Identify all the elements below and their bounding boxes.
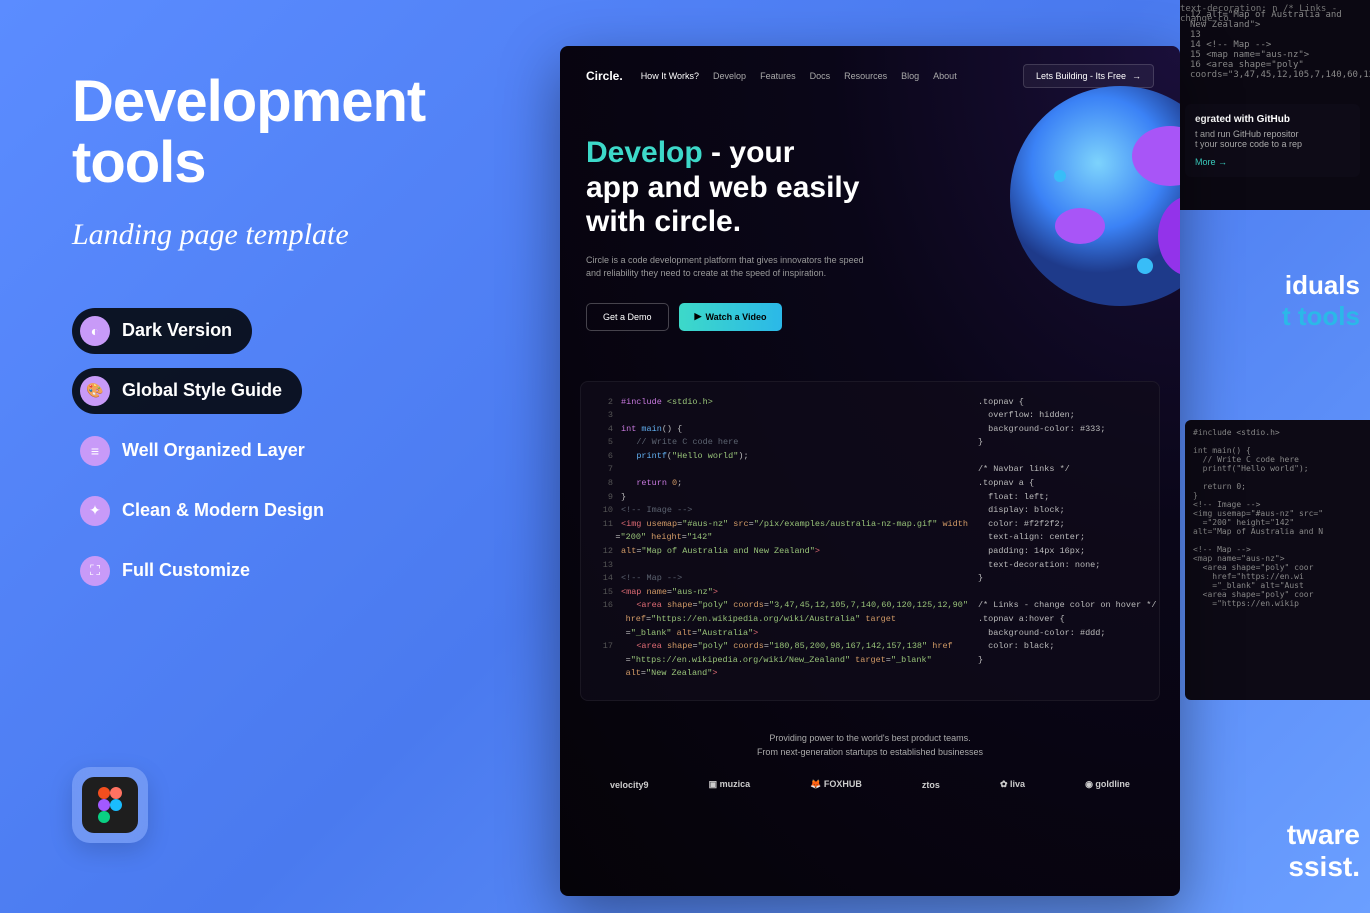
get-demo-button[interactable]: Get a Demo: [586, 303, 669, 331]
figma-badge: [72, 767, 148, 843]
partner-logo: ✿ liva: [1000, 779, 1025, 790]
hero-title: Develop - your app and web easily with c…: [586, 136, 926, 240]
peek-code-mid: #include <stdio.h> int main() { // Write…: [1185, 420, 1370, 700]
layers-icon: ≡: [80, 436, 110, 466]
nav-item[interactable]: Resources: [844, 71, 887, 81]
crop-icon: ⛶: [80, 556, 110, 586]
subtitle: Landing page template: [72, 218, 492, 252]
nav-item[interactable]: How It Works?: [641, 71, 699, 81]
github-card: egrated with GitHub t and run GitHub rep…: [1185, 104, 1360, 177]
watch-video-button[interactable]: ▶ Watch a Video: [679, 303, 783, 331]
template-preview: Circle. How It Works? Develop Features Docs…: [560, 46, 1180, 896]
feature-clean-design: ✦ Clean & Modern Design: [72, 488, 344, 534]
partner-logo: ztos: [922, 779, 940, 790]
feature-style-guide: 🎨 Global Style Guide: [72, 368, 302, 414]
preview-hero: Develop - your app and web easily with c…: [560, 106, 1180, 351]
preview-logo: Circle.: [586, 69, 623, 83]
palette-icon: 🎨: [80, 376, 110, 406]
contrast-icon: ◐: [80, 316, 110, 346]
partner-logo: 🦊 FOXHUB: [810, 779, 862, 790]
partner-logo: ▣ muzica: [709, 779, 751, 790]
nav-item[interactable]: Docs: [810, 71, 831, 81]
feature-customize: ⛶ Full Customize: [72, 548, 270, 594]
code-preview: 2#include <stdio.h>34int main() {5 // Wr…: [580, 381, 1160, 701]
nav-item[interactable]: About: [933, 71, 957, 81]
nav-item[interactable]: Blog: [901, 71, 919, 81]
play-icon: ▶: [695, 311, 702, 322]
nav-item[interactable]: Features: [760, 71, 796, 81]
main-title: Development tools: [72, 72, 492, 194]
github-more-link[interactable]: More →: [1195, 157, 1227, 167]
wand-icon: ✦: [80, 496, 110, 526]
peek-heading-bottom: tware ssist.: [1180, 819, 1370, 883]
figma-icon: [82, 777, 138, 833]
partner-logo: ◉ goldline: [1085, 779, 1130, 790]
feature-list: ◐ Dark Version 🎨 Global Style Guide ≡ We…: [72, 308, 492, 594]
nav-item[interactable]: Develop: [713, 71, 746, 81]
hero-subtitle: Circle is a code development platform th…: [586, 254, 866, 281]
planet-illustration: [990, 66, 1180, 326]
peek-heading-mid: iduals t tools: [1180, 260, 1370, 420]
preview-footer: Providing power to the world's best prod…: [560, 731, 1180, 791]
feature-dark-version: ◐ Dark Version: [72, 308, 252, 354]
promo-sidebar: Development tools Landing page template …: [72, 72, 492, 594]
partner-logo: velocity9: [610, 779, 649, 790]
feature-organized: ≡ Well Organized Layer: [72, 428, 325, 474]
